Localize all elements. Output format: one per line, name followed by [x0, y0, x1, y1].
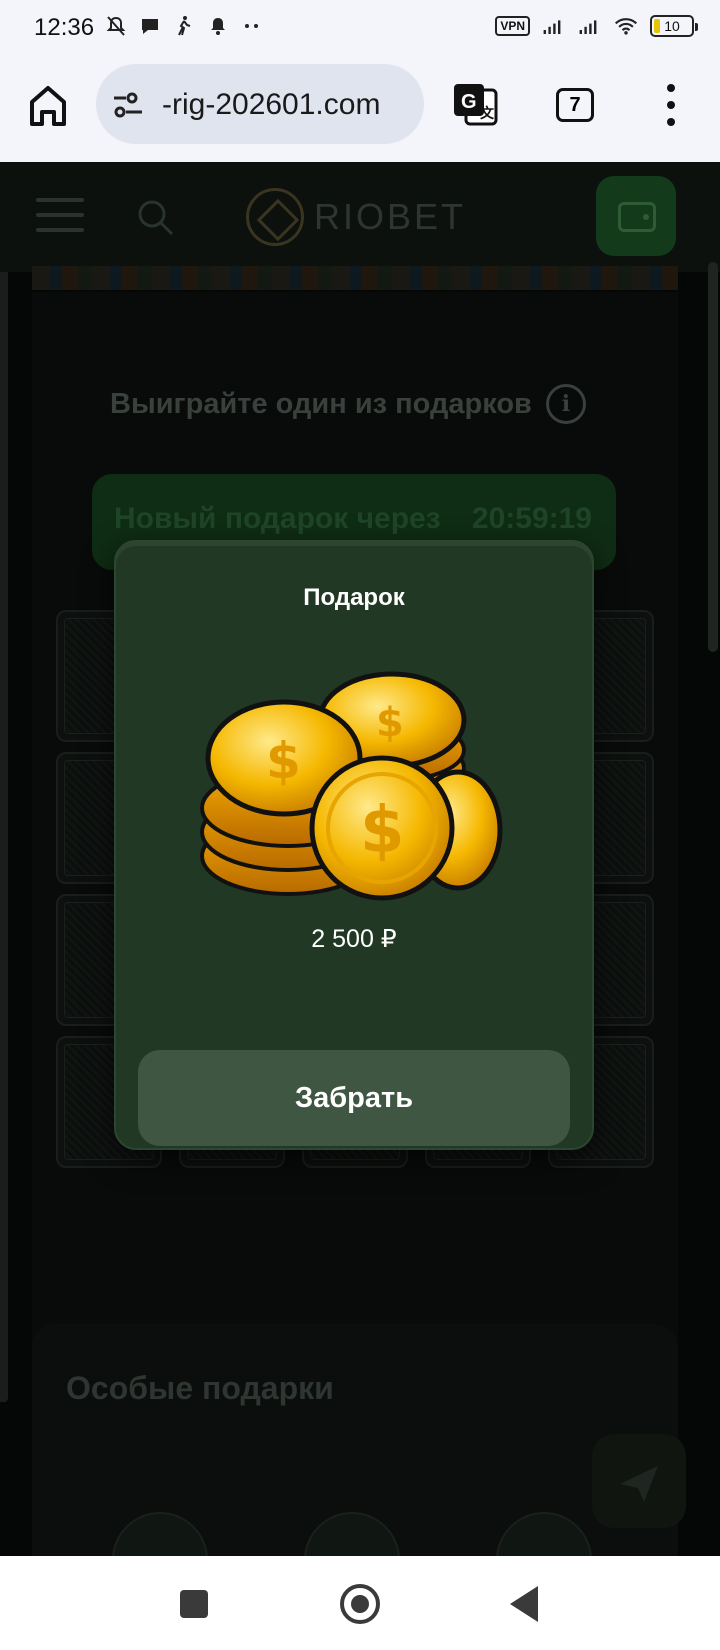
recents-button[interactable] — [180, 1590, 208, 1618]
left-scroll-indicator — [0, 242, 8, 1402]
svg-text:文: 文 — [480, 105, 495, 121]
site-header: RIOBET — [0, 162, 720, 272]
status-icons-right: VPN 10 — [495, 14, 698, 38]
send-icon — [620, 1466, 658, 1502]
right-scroll-indicator — [708, 262, 718, 652]
search-icon[interactable] — [136, 198, 176, 238]
status-bar: 12:36 VPN 10 — [0, 0, 720, 56]
site-settings-icon[interactable] — [112, 90, 144, 120]
translate-icon: G文 — [454, 84, 498, 126]
translate-button[interactable]: G文 — [452, 82, 500, 128]
wifi-icon — [614, 14, 638, 38]
claim-gift-button[interactable]: Забрать — [138, 1050, 570, 1146]
svg-text:$: $ — [376, 700, 404, 746]
svg-text:$: $ — [360, 794, 405, 868]
logo-emblem-icon — [246, 188, 304, 246]
telegram-send-button[interactable] — [592, 1434, 686, 1528]
timer-label: Новый подарок через — [114, 502, 441, 535]
notifications-off-icon — [104, 14, 128, 38]
gift-modal: Подарок $ $ $ 2 500 ₽ Забрать — [114, 540, 594, 1150]
battery-indicator: 10 — [650, 15, 698, 37]
decorative-mosaic-strip — [32, 266, 678, 290]
address-bar[interactable]: -rig-202601.com — [96, 64, 424, 144]
home-icon — [30, 86, 66, 126]
signal-icon — [542, 14, 566, 38]
hamburger-menu-button[interactable] — [36, 198, 84, 232]
back-button[interactable] — [510, 1586, 538, 1622]
gifts-heading-row: Выиграйте один из подарков i — [110, 384, 586, 424]
prize-amount: 2 500 ₽ — [311, 925, 397, 953]
info-icon[interactable]: i — [545, 384, 586, 424]
wallet-button[interactable] — [596, 176, 676, 256]
site-logo[interactable]: RIOBET — [246, 188, 466, 246]
system-navigation-bar — [0, 1556, 720, 1650]
logo-text: RIOBET — [314, 196, 467, 237]
tab-switcher-button[interactable]: 7 — [556, 88, 594, 122]
browser-toolbar: -rig-202601.com G文 7 — [0, 56, 720, 162]
url-text: -rig-202601.com — [162, 88, 381, 121]
more-dots-icon — [240, 14, 264, 38]
browser-menu-button[interactable] — [660, 84, 682, 126]
walking-icon — [172, 14, 196, 38]
status-icons-left — [104, 14, 264, 38]
home-button[interactable] — [28, 84, 68, 128]
vpn-badge: VPN — [495, 16, 530, 36]
chat-bubble-icon — [138, 14, 162, 38]
home-nav-button[interactable] — [340, 1584, 380, 1624]
signal-icon-2 — [578, 14, 602, 38]
svg-text:$: $ — [266, 732, 301, 790]
status-time: 12:36 — [34, 14, 95, 41]
timer-value: 20:59:19 — [471, 502, 592, 535]
web-viewport: RIOBET Выиграйте один из подарков i Новы… — [0, 162, 720, 1556]
modal-title: Подарок — [303, 584, 405, 611]
svg-text:G: G — [461, 91, 477, 113]
special-gifts-heading: Особые подарки — [66, 1370, 334, 1406]
gifts-heading: Выиграйте один из подарков — [110, 387, 532, 420]
bell-icon — [206, 14, 230, 38]
wallet-icon — [618, 202, 656, 232]
gold-coins-image: $ $ $ — [196, 660, 516, 906]
